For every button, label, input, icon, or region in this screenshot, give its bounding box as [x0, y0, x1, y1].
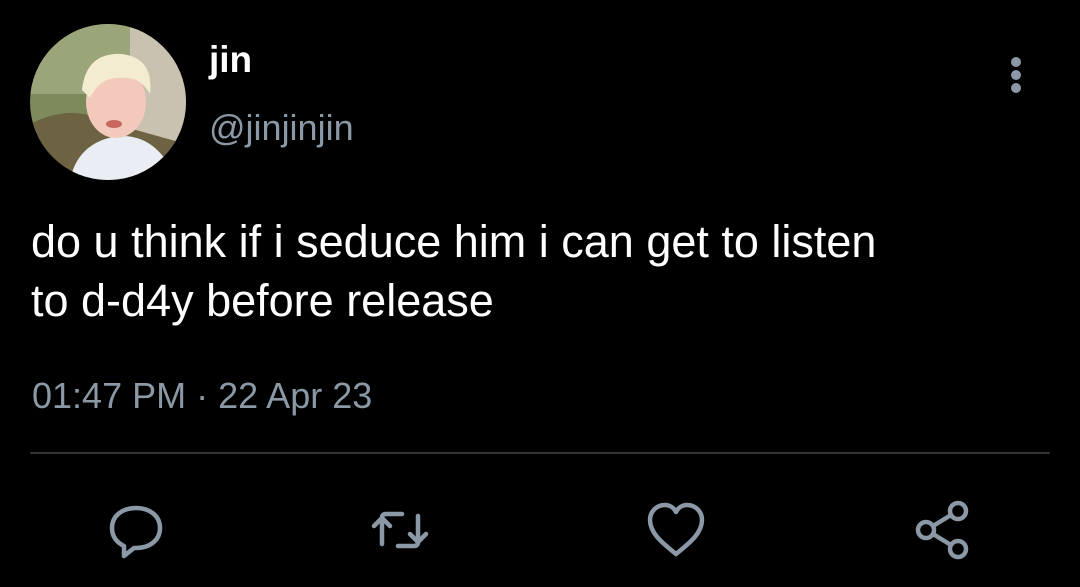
avatar[interactable]	[30, 24, 186, 180]
tweet-date: 22 Apr 23	[218, 375, 373, 416]
reply-icon	[109, 505, 163, 559]
like-icon	[647, 502, 705, 557]
retweet-icon	[371, 511, 429, 549]
tweet-timestamp[interactable]: 01:47 PM · 22 Apr 23	[32, 374, 372, 418]
share-icon	[915, 500, 969, 560]
retweet-button[interactable]	[368, 498, 432, 562]
tweet-time: 01:47 PM	[32, 375, 187, 416]
share-button[interactable]	[912, 498, 976, 562]
divider	[30, 452, 1050, 454]
more-vertical-icon	[1011, 57, 1021, 93]
tweet-text: do u think if i seduce him i can get to …	[31, 216, 877, 326]
avatar-image	[30, 24, 186, 180]
like-button[interactable]	[644, 498, 708, 562]
timestamp-separator: ·	[196, 375, 209, 416]
handle[interactable]: @jinjinjin	[209, 106, 354, 150]
reply-button[interactable]	[104, 498, 168, 562]
tweet-card: jin @jinjinjin do u think if i seduce hi…	[0, 0, 1080, 587]
display-name[interactable]: jin	[209, 38, 252, 82]
more-options-button[interactable]	[996, 52, 1036, 98]
